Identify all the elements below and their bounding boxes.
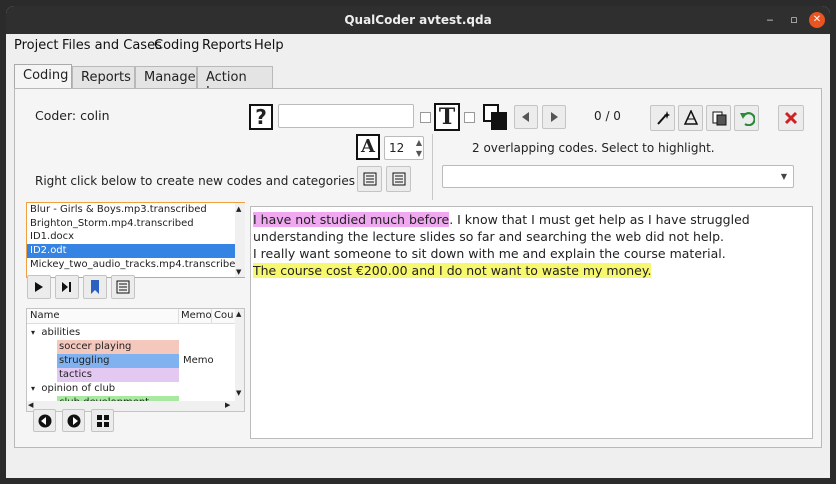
spinner-arrows-icon[interactable]: ▲ ▼ <box>416 137 422 159</box>
scroll-left-icon[interactable]: ◀ <box>28 401 33 409</box>
expand-icon[interactable]: ▾ <box>31 328 35 337</box>
menu-bar: Project Files and Cases Coding Reports H… <box>6 34 830 58</box>
scroll-down-icon[interactable]: ▼ <box>236 266 241 277</box>
scroll-up-icon[interactable]: ▲ <box>236 310 241 318</box>
scroll-up-icon[interactable]: ▲ <box>236 203 241 217</box>
text-segment: I really want someone to sit down with m… <box>253 246 726 261</box>
back-icon[interactable] <box>33 409 56 432</box>
forward-icon[interactable] <box>62 409 85 432</box>
vertical-divider <box>432 134 433 200</box>
tree-code[interactable]: soccer playing <box>57 340 179 354</box>
menu-coding[interactable]: Coding <box>154 38 199 53</box>
app-window: QualCoder avtest.qda ‒ ▫ ✕ Project Files… <box>6 6 830 478</box>
expand-icon[interactable]: ▾ <box>31 384 35 393</box>
file-memo-icon[interactable] <box>357 166 382 192</box>
font-size-icon: A <box>356 134 380 160</box>
tree-code[interactable]: struggling <box>57 354 179 368</box>
window-title: QualCoder avtest.qda <box>344 13 492 27</box>
list-item[interactable]: ID1.docx <box>27 230 244 244</box>
font-size-spinner[interactable]: 12 ▲ ▼ <box>384 136 424 160</box>
highlight-icon[interactable] <box>678 105 703 131</box>
tree-header: Name Memo Cou <box>27 309 237 324</box>
code-tree[interactable]: Name Memo Cou ▾ abilities soccer playing… <box>26 308 245 412</box>
annotate-icon[interactable] <box>706 105 731 131</box>
column-memo[interactable]: Memo <box>181 310 212 321</box>
help-icon[interactable]: ? <box>249 104 273 130</box>
memo-icon[interactable] <box>111 275 135 299</box>
all-files-icon[interactable] <box>482 103 508 131</box>
list-item[interactable]: Blur - Girls & Boys.mp3.transcribed <box>27 203 244 217</box>
code-memo-flag: Memo <box>183 355 214 366</box>
search-input[interactable] <box>278 104 414 128</box>
overlap-select[interactable]: ▼ <box>442 165 794 188</box>
tab-action-log[interactable]: Action Log <box>197 66 273 100</box>
undo-icon[interactable] <box>734 105 759 131</box>
scroll-right-icon[interactable]: ▶ <box>225 401 230 409</box>
tree-category[interactable]: ▾ abilities <box>31 326 80 340</box>
tree-code[interactable]: tactics <box>57 368 179 382</box>
list-item[interactable]: Brighton_Storm.mp4.transcribed <box>27 217 244 231</box>
list-item-selected[interactable]: ID2.odt <box>27 244 244 258</box>
list-item[interactable]: Mickey_two_audio_tracks.mp4.transcribed <box>27 258 244 272</box>
coded-segment[interactable]: The course cost €200.00 and I do not wan… <box>253 263 652 278</box>
tree-vertical-scrollbar[interactable]: ▲ ▼ <box>235 309 244 411</box>
magic-wand-icon[interactable] <box>650 105 675 131</box>
menu-files-and-cases[interactable]: Files and Cases <box>62 38 162 53</box>
hint-text: Right click below to create new codes an… <box>35 174 356 188</box>
play-icon[interactable] <box>27 275 51 299</box>
chevron-down-icon: ▼ <box>780 172 787 181</box>
tab-coding[interactable]: Coding <box>14 64 72 89</box>
coded-segment[interactable]: I have not studied much before <box>253 212 450 227</box>
menu-help[interactable]: Help <box>254 38 284 53</box>
next-icon[interactable] <box>542 105 566 129</box>
tab-manage[interactable]: Manage <box>135 66 197 88</box>
all-files-checkbox[interactable] <box>464 112 475 123</box>
case-sensitive-checkbox[interactable] <box>420 112 431 123</box>
position-counter: 0 / 0 <box>594 109 621 123</box>
delete-icon[interactable] <box>778 105 804 131</box>
scroll-down-icon[interactable]: ▼ <box>236 389 241 397</box>
close-icon[interactable]: ✕ <box>809 12 825 28</box>
previous-icon[interactable] <box>514 105 538 129</box>
column-count[interactable]: Cou <box>214 310 233 321</box>
document-text[interactable]: I have not studied much before. I know t… <box>250 206 813 439</box>
coder-label: Coder: colin <box>35 108 110 123</box>
tree-horizontal-scrollbar[interactable]: ◀ ▶ <box>27 401 235 411</box>
skip-next-icon[interactable] <box>55 275 79 299</box>
tree-category[interactable]: ▾ opinion of club <box>31 382 115 396</box>
column-name[interactable]: Name <box>30 310 60 321</box>
maximize-icon[interactable]: ▫ <box>786 12 802 28</box>
text-search-icon[interactable]: T <box>434 103 460 131</box>
bookmark-icon[interactable] <box>83 275 107 299</box>
file-list-scrollbar[interactable]: ▲ ▼ <box>235 203 245 277</box>
tab-reports[interactable]: Reports <box>72 66 135 88</box>
menu-reports[interactable]: Reports <box>202 38 252 53</box>
font-size-value: 12 <box>389 141 405 155</box>
menu-project[interactable]: Project <box>14 38 58 53</box>
grid-view-icon[interactable] <box>91 409 114 432</box>
file-list[interactable]: Blur - Girls & Boys.mp3.transcribed Brig… <box>26 202 245 278</box>
title-bar: QualCoder avtest.qda ‒ ▫ ✕ <box>6 6 830 34</box>
minimize-icon[interactable]: ‒ <box>762 12 778 28</box>
overlap-text: 2 overlapping codes. Select to highlight… <box>472 141 715 155</box>
code-memo-icon[interactable] <box>386 166 411 192</box>
